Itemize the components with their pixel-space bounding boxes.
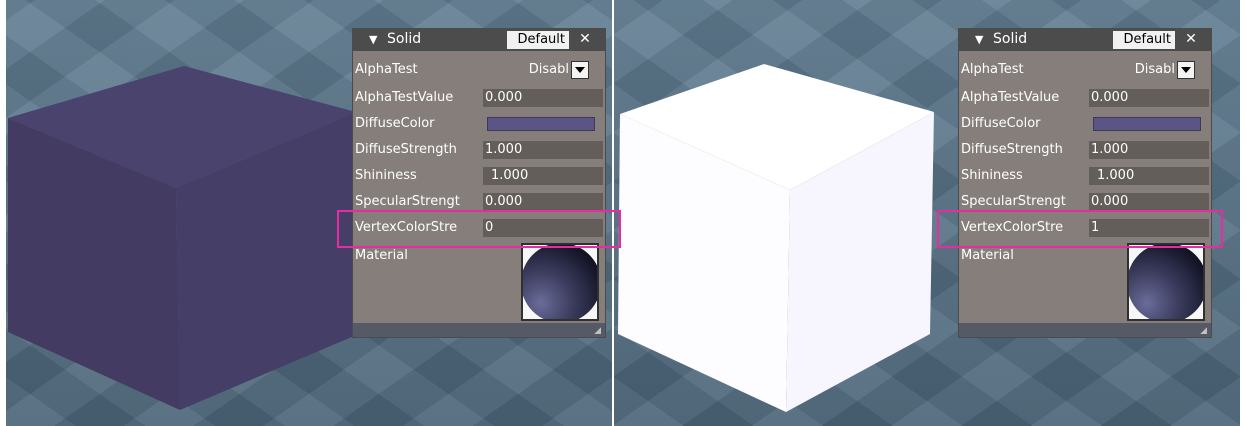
diffuse-strength-label: DiffuseStrength bbox=[355, 142, 457, 157]
panel-footer bbox=[353, 323, 605, 337]
alpha-test-value-field[interactable]: 0.000 bbox=[1089, 89, 1209, 107]
collapse-arrow-icon[interactable]: ▼ bbox=[975, 33, 983, 47]
diffuse-color-label: DiffuseColor bbox=[961, 116, 1041, 131]
chevron-down-icon[interactable] bbox=[571, 61, 589, 79]
specular-strength-label: SpecularStrengt bbox=[355, 194, 460, 209]
diffuse-color-swatch[interactable] bbox=[1093, 117, 1201, 131]
diffuse-color-label: DiffuseColor bbox=[355, 116, 435, 131]
material-sphere-icon bbox=[523, 245, 597, 319]
vertex-color-strength-label: VertexColorStre bbox=[961, 220, 1064, 235]
close-icon[interactable]: ✕ bbox=[577, 30, 593, 48]
vertex-color-strength-label: VertexColorStre bbox=[355, 220, 458, 235]
shininess-label: Shininess bbox=[355, 168, 417, 183]
specular-strength-field[interactable]: 0.000 bbox=[1089, 193, 1209, 211]
material-sphere-icon bbox=[1129, 245, 1203, 319]
material-preview[interactable] bbox=[1127, 243, 1205, 321]
diffuse-strength-field[interactable]: 1.000 bbox=[1089, 141, 1209, 159]
specular-strength-label: SpecularStrengt bbox=[961, 194, 1066, 209]
alpha-test-value-field[interactable]: 0.000 bbox=[483, 89, 603, 107]
panel-header[interactable]: ▼ Solid Default ✕ bbox=[959, 29, 1211, 51]
material-preview[interactable] bbox=[521, 243, 599, 321]
alpha-test-select[interactable]: Disabl bbox=[483, 61, 569, 79]
specular-strength-field[interactable]: 0.000 bbox=[483, 193, 603, 211]
material-label: Material bbox=[355, 248, 408, 263]
close-icon[interactable]: ✕ bbox=[1183, 30, 1199, 48]
material-label: Material bbox=[961, 248, 1014, 263]
preset-selector[interactable]: Default bbox=[507, 31, 569, 49]
material-panel-left: ▼ Solid Default ✕ AlphaTest Disabl Alpha… bbox=[352, 28, 606, 338]
vertex-color-strength-field[interactable]: 0 bbox=[483, 219, 603, 237]
diffuse-color-swatch[interactable] bbox=[487, 117, 595, 131]
alpha-test-label: AlphaTest bbox=[961, 62, 1024, 77]
collapse-arrow-icon[interactable]: ▼ bbox=[369, 33, 377, 47]
alpha-test-label: AlphaTest bbox=[355, 62, 418, 77]
diffuse-strength-label: DiffuseStrength bbox=[961, 142, 1063, 157]
diffuse-strength-field[interactable]: 1.000 bbox=[483, 141, 603, 159]
alpha-test-value-label: AlphaTestValue bbox=[355, 90, 454, 105]
material-panel-right: ▼ Solid Default ✕ AlphaTest Disabl Alpha… bbox=[958, 28, 1212, 338]
alpha-test-select[interactable]: Disabl bbox=[1089, 61, 1175, 79]
chevron-down-icon[interactable] bbox=[1177, 61, 1195, 79]
panel-title: Solid bbox=[993, 31, 1028, 47]
vertex-color-strength-field[interactable]: 1 bbox=[1089, 219, 1209, 237]
preset-selector[interactable]: Default bbox=[1113, 31, 1175, 49]
panel-title: Solid bbox=[387, 31, 422, 47]
shininess-label: Shininess bbox=[961, 168, 1023, 183]
shininess-field[interactable]: 1.000 bbox=[1089, 167, 1209, 185]
alpha-test-value-label: AlphaTestValue bbox=[961, 90, 1060, 105]
shininess-field[interactable]: 1.000 bbox=[483, 167, 603, 185]
resize-grip-icon[interactable] bbox=[1200, 327, 1207, 334]
panel-header[interactable]: ▼ Solid Default ✕ bbox=[353, 29, 605, 51]
resize-grip-icon[interactable] bbox=[594, 327, 601, 334]
panel-footer bbox=[959, 323, 1211, 337]
